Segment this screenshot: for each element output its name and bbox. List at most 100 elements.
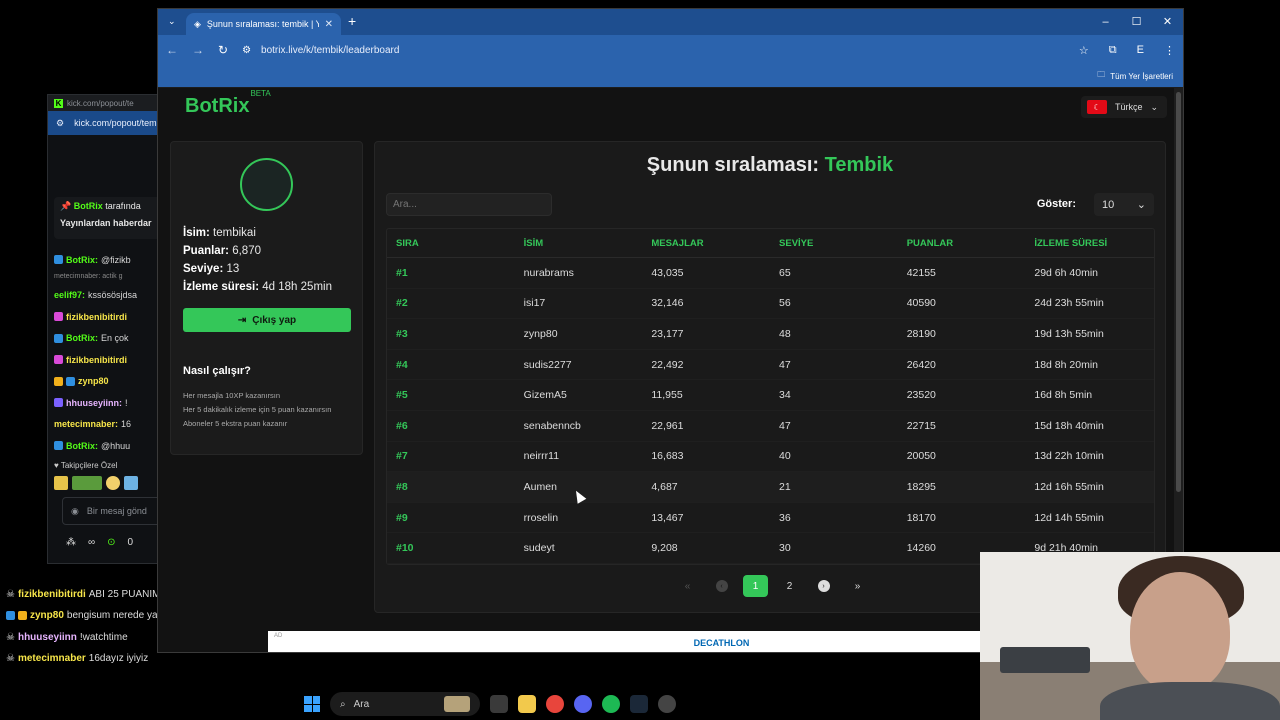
table-cell: 16d 8h 5min xyxy=(1034,389,1093,402)
obs-icon[interactable] xyxy=(658,695,676,713)
table-row[interactable]: #5 GizemA5 11,955 34 23520 16d 8h 5min xyxy=(387,380,1154,411)
chat-message: metecimnaber: 16 xyxy=(54,414,168,436)
reload-icon[interactable]: ↻ xyxy=(218,43,228,57)
chrome-icon[interactable] xyxy=(546,695,564,713)
table-row[interactable]: #4 sudis2277 22,492 47 26420 18d 8h 20min xyxy=(387,350,1154,381)
discord-icon[interactable] xyxy=(574,695,592,713)
how-line: Aboneler 5 ekstra puan kazanır xyxy=(183,419,288,428)
table-row[interactable]: #9 rroselin 13,467 36 18170 12d 14h 55min xyxy=(387,503,1154,534)
chat-author[interactable]: eelif97: xyxy=(54,290,85,300)
search-input[interactable] xyxy=(386,193,552,216)
chat-message: fizikbenibitirdi xyxy=(54,306,168,328)
prev-page-button[interactable]: ‹ xyxy=(709,575,734,597)
chat-settings-icon[interactable]: ◉ xyxy=(71,506,79,517)
first-page-button[interactable]: « xyxy=(675,575,700,597)
page-button-2[interactable]: 2 xyxy=(777,575,802,597)
chat-text: @fizikb xyxy=(101,254,131,265)
maximize-icon[interactable]: ☐ xyxy=(1121,9,1152,35)
table-row[interactable]: #3 zynp80 23,177 48 28190 19d 13h 55min xyxy=(387,319,1154,350)
chat-text: En çok xyxy=(101,333,129,344)
logout-button[interactable]: ⇥ Çıkış yap xyxy=(183,308,351,332)
back-icon[interactable]: ← xyxy=(166,43,178,57)
column-header[interactable]: SIRA xyxy=(387,238,515,249)
chat-text: @hhuu xyxy=(101,440,131,451)
column-header[interactable]: İZLEME SÜRESİ xyxy=(1025,238,1154,249)
extensions-icon[interactable]: ⧉ xyxy=(1109,44,1117,57)
column-header[interactable]: MESAJLAR xyxy=(642,238,770,249)
file-explorer-icon[interactable] xyxy=(518,695,536,713)
next-page-button[interactable]: › xyxy=(811,575,836,597)
scrollbar-thumb[interactable] xyxy=(1176,92,1181,492)
chat-author[interactable]: metecimnaber: xyxy=(54,419,118,429)
column-header[interactable]: SEVİYE xyxy=(770,238,898,249)
chat-author[interactable]: BotRix: xyxy=(66,441,98,451)
site-info-icon[interactable]: ⚙ xyxy=(242,45,251,56)
windows-start-icon[interactable] xyxy=(304,696,320,712)
emote-row[interactable] xyxy=(54,475,168,490)
taskbar-search[interactable]: ⌕ Ara xyxy=(330,692,480,716)
address-bar[interactable]: ⚙ botrix.live/k/tembik/leaderboard xyxy=(242,39,1065,61)
points-icon[interactable]: ⊙ xyxy=(107,537,115,548)
chat-reply-ref: metecimnaber: actik g xyxy=(54,273,123,281)
all-bookmarks[interactable]: Tüm Yer İşaretleri xyxy=(1110,72,1173,81)
table-cell: 23,177 xyxy=(651,327,684,340)
kick-url[interactable]: kick.com/popout/tem xyxy=(74,118,157,128)
column-header[interactable]: PUANLAR xyxy=(898,238,1026,249)
tab-strip: ⌄ ◈ Şunun sıralaması: tembik | Yayı ✕ + … xyxy=(158,9,1183,35)
table-row[interactable]: #1 nurabrams 43,035 65 42155 29d 6h 40min xyxy=(387,258,1154,289)
emote-icon[interactable] xyxy=(72,475,102,490)
botrix-logo[interactable]: BotRixBETA xyxy=(185,89,271,118)
spotify-icon[interactable] xyxy=(602,695,620,713)
emote-icon[interactable] xyxy=(54,475,68,490)
forward-icon[interactable]: → xyxy=(192,43,204,57)
page-button-1[interactable]: 1 xyxy=(743,575,768,597)
kick-address-bar[interactable]: ⚙ kick.com/popout/tem xyxy=(48,111,166,135)
page-size-select[interactable]: 10 ⌄ xyxy=(1094,193,1154,216)
chat-author[interactable]: fizikbenibitirdi xyxy=(66,355,127,365)
table-row[interactable]: #2 isi17 32,146 56 40590 24d 23h 55min xyxy=(387,289,1154,320)
profile-points: 6,870 xyxy=(232,245,261,257)
minimize-icon[interactable]: – xyxy=(1090,9,1121,35)
chat-author[interactable]: BotRix: xyxy=(66,333,98,343)
table-row[interactable]: #7 neirrr11 16,683 40 20050 13d 22h 10min xyxy=(387,442,1154,473)
table-cell: 22,961 xyxy=(651,419,684,432)
profile-avatar[interactable]: E xyxy=(1137,44,1144,57)
close-window-icon[interactable]: ✕ xyxy=(1152,9,1183,35)
table-cell: 12d 16h 55min xyxy=(1034,480,1104,493)
table-cell: #2 xyxy=(396,297,408,310)
chat-author: hhuuseyiinn xyxy=(17,631,77,643)
table-cell: nurabrams xyxy=(523,266,574,279)
language-selector[interactable]: ☾ Türkçe ⌄ xyxy=(1081,96,1167,118)
emote-icon[interactable] xyxy=(124,475,138,490)
chat-author[interactable]: hhuuseyiinn: xyxy=(66,398,122,408)
task-view-icon[interactable] xyxy=(490,695,508,713)
chat-text: !watchtime xyxy=(79,631,128,643)
menu-icon[interactable]: ⋮ xyxy=(1164,44,1175,57)
table-cell: #7 xyxy=(396,450,408,463)
chat-author[interactable]: zynp80 xyxy=(78,376,109,386)
steam-icon[interactable] xyxy=(630,695,648,713)
close-tab-icon[interactable]: ✕ xyxy=(325,19,333,30)
bookmark-star-icon[interactable]: ☆ xyxy=(1079,44,1089,57)
emote-icon[interactable] xyxy=(106,475,120,490)
table-cell: 42155 xyxy=(906,266,936,279)
column-header[interactable]: İSİM xyxy=(515,238,643,249)
chat-author[interactable]: BotRix: xyxy=(66,255,98,265)
address-url[interactable]: botrix.live/k/tembik/leaderboard xyxy=(261,45,399,56)
chat-message-input[interactable]: ◉ Bir mesaj gönd xyxy=(62,497,168,525)
table-cell: 48 xyxy=(779,327,791,340)
table-row[interactable]: #6 senabenncb 22,961 47 22715 15d 18h 40min xyxy=(387,411,1154,442)
table-row[interactable]: #8 Aumen 4,687 21 18295 12d 16h 55min xyxy=(387,472,1154,503)
ad-label: AD xyxy=(274,633,283,639)
new-tab-icon[interactable]: + xyxy=(348,13,356,29)
tab-leaderboard[interactable]: ◈ Şunun sıralaması: tembik | Yayı ✕ xyxy=(186,13,341,35)
badge-icon: ☠ xyxy=(6,653,15,665)
chat-author[interactable]: fizikbenibitirdi xyxy=(66,312,127,322)
site-settings-icon[interactable]: ⚙ xyxy=(56,118,64,129)
table-cell: 32,146 xyxy=(651,297,684,310)
tab-search-icon[interactable]: ⌄ xyxy=(168,16,176,27)
badge-icon xyxy=(66,376,75,386)
share-icon[interactable]: ⁂ xyxy=(66,537,76,548)
table-cell: 26420 xyxy=(906,358,936,371)
last-page-button[interactable]: » xyxy=(845,575,870,597)
